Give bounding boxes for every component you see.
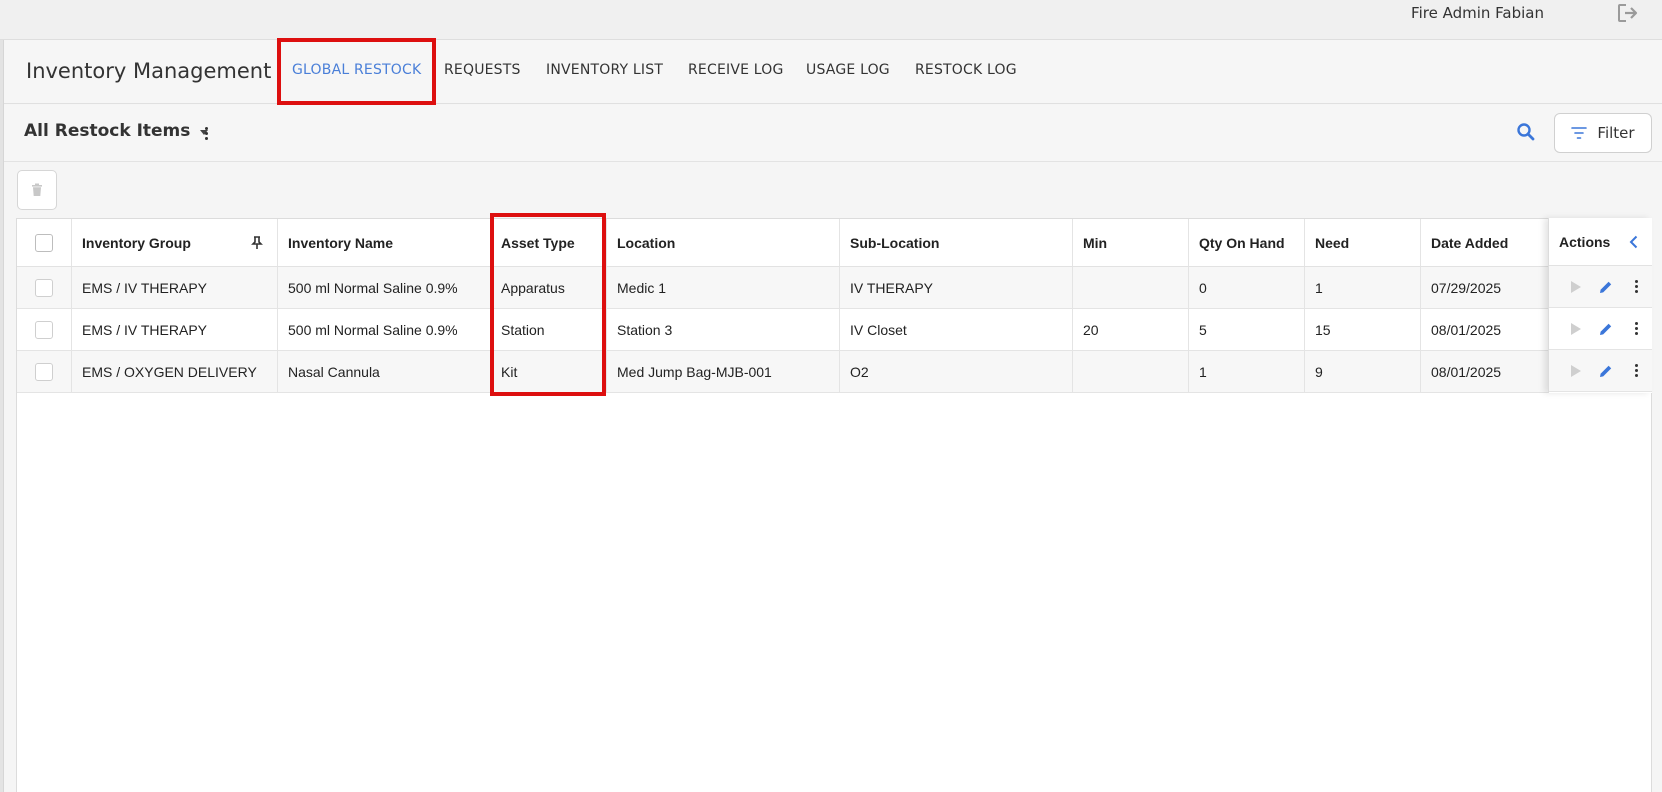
cell-date-added: 08/01/2025 (1431, 363, 1502, 380)
play-icon[interactable] (1561, 275, 1591, 299)
row-select-cell (17, 309, 72, 350)
row-checkbox[interactable] (35, 362, 53, 381)
cell-date-added: 07/29/2025 (1431, 279, 1502, 296)
row-checkbox[interactable] (35, 278, 53, 297)
row-menu-icon[interactable] (1621, 317, 1651, 341)
search-icon[interactable] (1515, 121, 1537, 143)
cell-qty-on-hand: 0 (1189, 267, 1305, 308)
column-label: Need (1315, 234, 1350, 251)
cell-min (1073, 351, 1189, 392)
play-icon[interactable] (1561, 317, 1591, 341)
cell-qty-on-hand: 5 (1189, 309, 1305, 350)
row-menu-icon[interactable] (1621, 359, 1651, 383)
edit-icon[interactable] (1591, 275, 1621, 299)
logout-icon[interactable] (1616, 2, 1640, 24)
column-label: Qty On Hand (1199, 234, 1285, 251)
column-header-location[interactable]: Location (607, 219, 840, 266)
row-checkbox[interactable] (35, 320, 53, 339)
column-label: Asset Type (501, 234, 575, 251)
header-select-cell (17, 219, 72, 266)
column-label: Inventory Group (82, 234, 191, 251)
tab-requests[interactable]: REQUESTS (444, 62, 521, 78)
tab-restock-log[interactable]: RESTOCK LOG (915, 62, 1017, 78)
cell-sub-location: IV THERAPY (840, 267, 1073, 308)
row-menu-icon[interactable] (1621, 275, 1651, 299)
cell-inventory-name: 500 ml Normal Saline 0.9% (278, 309, 491, 350)
column-header-asset-type[interactable]: Asset Type (491, 219, 607, 266)
view-menu-icon[interactable] (200, 124, 212, 142)
pin-icon[interactable] (251, 235, 263, 250)
edit-icon[interactable] (1591, 359, 1621, 383)
column-header-sub-location[interactable]: Sub-Location (840, 219, 1073, 266)
filter-label: Filter (1597, 124, 1635, 142)
page-title: Inventory Management (26, 59, 272, 83)
cell-min (1073, 267, 1189, 308)
chevron-left-icon[interactable] (1629, 235, 1638, 249)
nav-bar: Inventory Management GLOBAL RESTOCK REQU… (4, 40, 1662, 104)
cell-need: 9 (1305, 351, 1421, 392)
restock-table: Inventory Group Inventory Name Asset Typ… (16, 218, 1652, 792)
cell-inventory-name: Nasal Cannula (278, 351, 491, 392)
cell-location: Med Jump Bag-MJB-001 (607, 351, 840, 392)
column-label: Inventory Name (288, 234, 394, 251)
view-toolbar: All Restock Items Filter (4, 105, 1662, 162)
tab-inventory-list[interactable]: INVENTORY LIST (546, 62, 663, 78)
tab-receive-log[interactable]: RECEIVE LOG (688, 62, 784, 78)
column-header-need[interactable]: Need (1305, 219, 1421, 266)
cell-inventory-group: EMS / IV THERAPY (72, 309, 278, 350)
cell-need: 15 (1305, 309, 1421, 350)
table-row[interactable]: EMS / IV THERAPY 500 ml Normal Saline 0.… (17, 309, 1651, 351)
cell-inventory-name: 500 ml Normal Saline 0.9% (278, 267, 491, 308)
column-label: Date Added (1431, 234, 1509, 251)
cell-asset-type: Apparatus (491, 267, 607, 308)
cell-inventory-group: EMS / OXYGEN DELIVERY (72, 351, 278, 392)
column-label: Actions (1559, 233, 1611, 250)
column-header-inventory-name[interactable]: Inventory Name (278, 219, 491, 266)
view-select-label: All Restock Items (24, 121, 191, 141)
column-label: Sub-Location (850, 234, 940, 251)
row-select-cell (17, 267, 72, 308)
select-all-checkbox[interactable] (35, 233, 53, 252)
column-label: Min (1083, 234, 1108, 251)
cell-location: Station 3 (607, 309, 840, 350)
column-header-inventory-group[interactable]: Inventory Group (72, 219, 278, 266)
view-select[interactable]: All Restock Items (24, 121, 209, 141)
cell-min: 20 (1073, 309, 1189, 350)
cell-sub-location: IV Closet (840, 309, 1073, 350)
actions-row (1549, 350, 1652, 392)
column-header-qty-on-hand[interactable]: Qty On Hand (1189, 219, 1305, 266)
cell-asset-type: Kit (491, 351, 607, 392)
actions-row (1549, 266, 1652, 308)
cell-need: 1 (1305, 267, 1421, 308)
cell-asset-type: Station (491, 309, 607, 350)
cell-qty-on-hand: 1 (1189, 351, 1305, 392)
cell-location: Medic 1 (607, 267, 840, 308)
delete-button[interactable] (17, 170, 57, 210)
edit-icon[interactable] (1591, 317, 1621, 341)
filter-button[interactable]: Filter (1554, 113, 1652, 153)
cell-sub-location: O2 (840, 351, 1073, 392)
trash-icon (32, 183, 42, 196)
user-name: Fire Admin Fabian (1411, 4, 1544, 22)
play-icon[interactable] (1561, 359, 1591, 383)
row-select-cell (17, 351, 72, 392)
filter-icon (1571, 127, 1588, 139)
column-label: Location (617, 234, 676, 251)
cell-date-added: 08/01/2025 (1431, 321, 1502, 338)
column-header-actions: Actions (1549, 218, 1652, 266)
table-header-row: Inventory Group Inventory Name Asset Typ… (17, 219, 1651, 267)
table-row[interactable]: EMS / OXYGEN DELIVERY Nasal Cannula Kit … (17, 351, 1651, 393)
top-bar: Fire Admin Fabian (0, 0, 1662, 40)
tab-global-restock[interactable]: GLOBAL RESTOCK (292, 62, 421, 78)
column-header-min[interactable]: Min (1073, 219, 1189, 266)
column-header-date-added[interactable]: Date Added (1421, 219, 1551, 266)
table-row[interactable]: EMS / IV THERAPY 500 ml Normal Saline 0.… (17, 267, 1651, 309)
actions-column: Actions (1548, 218, 1652, 393)
actions-row (1549, 308, 1652, 350)
cell-inventory-group: EMS / IV THERAPY (72, 267, 278, 308)
tab-usage-log[interactable]: USAGE LOG (806, 62, 890, 78)
